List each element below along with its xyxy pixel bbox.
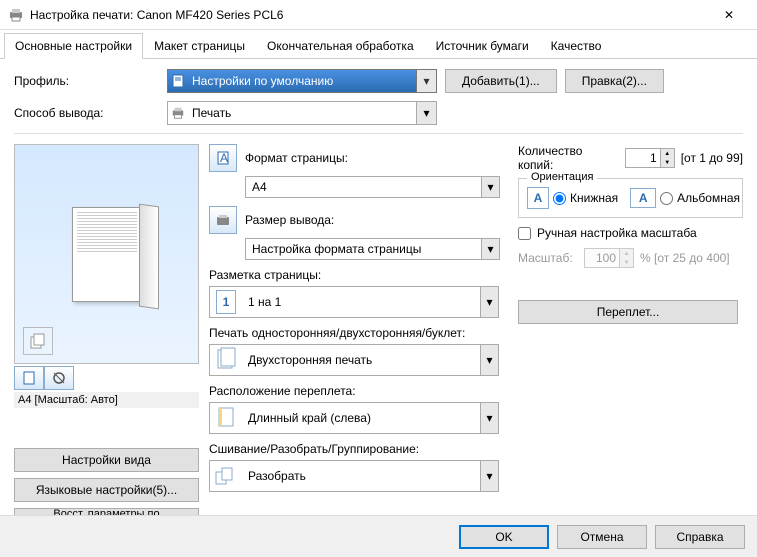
profile-label: Профиль:: [14, 74, 159, 88]
landscape-label: Альбомная: [677, 191, 740, 205]
dropdown-arrow-icon: ▾: [480, 403, 498, 433]
scale-input: [585, 249, 619, 267]
collate-icon: [210, 464, 242, 488]
landscape-icon: A: [630, 188, 656, 208]
dropdown-arrow-icon: ▾: [480, 287, 498, 317]
ok-button[interactable]: OK: [459, 525, 549, 549]
spinner-up-icon[interactable]: ▲: [661, 149, 674, 158]
title-bar: Настройка печати: Canon MF420 Series PCL…: [0, 0, 757, 30]
duplex-select[interactable]: Двухсторонняя печать ▾: [209, 344, 499, 376]
page-preview: [14, 144, 199, 364]
preview-caption: A4 [Масштаб: Авто]: [14, 392, 199, 408]
output-method-value: Печать: [188, 106, 416, 120]
tab-main[interactable]: Основные настройки: [4, 33, 143, 59]
help-button[interactable]: Справка: [655, 525, 745, 549]
tab-paper-source[interactable]: Источник бумаги: [425, 33, 540, 59]
scale-label: Масштаб:: [518, 251, 578, 265]
output-size-value: Настройка формата страницы: [246, 242, 481, 256]
dropdown-arrow-icon: ▾: [416, 102, 436, 124]
layout-label: Разметка страницы:: [209, 268, 506, 282]
dropdown-arrow-icon: ▾: [481, 177, 499, 197]
scale-suffix: % [от 25 до 400]: [640, 251, 730, 265]
profile-doc-icon: [168, 74, 188, 88]
dropdown-arrow-icon: ▾: [481, 239, 499, 259]
cancel-button[interactable]: Отмена: [557, 525, 647, 549]
window-title: Настройка печати: Canon MF420 Series PCL…: [30, 8, 709, 22]
add-profile-button[interactable]: Добавить(1)...: [445, 69, 557, 93]
dropdown-arrow-icon: ▾: [480, 345, 498, 375]
portrait-label: Книжная: [570, 191, 618, 205]
tab-finishing[interactable]: Окончательная обработка: [256, 33, 425, 59]
output-method-select[interactable]: Печать ▾: [167, 101, 437, 125]
copies-spinner[interactable]: ▲ ▼: [625, 148, 675, 168]
page-size-value: A4: [246, 180, 481, 194]
profile-select[interactable]: Настройки по умолчанию ▾: [167, 69, 437, 93]
portrait-radio[interactable]: [553, 192, 566, 205]
collate-label: Сшивание/Разобрать/Группирование:: [209, 442, 506, 456]
profile-value: Настройки по умолчанию: [188, 74, 416, 88]
svg-text:A: A: [220, 151, 228, 165]
duplex-value: Двухсторонняя печать: [242, 353, 480, 367]
duplex-icon: [210, 347, 242, 373]
tab-quality[interactable]: Качество: [540, 33, 613, 59]
layout-select[interactable]: 1 1 на 1 ▾: [209, 286, 499, 318]
portrait-icon: A: [527, 187, 549, 209]
layout-one-icon: 1: [210, 290, 242, 314]
copies-input[interactable]: [626, 149, 660, 167]
spinner-down-icon: ▼: [620, 258, 633, 267]
binding-value: Длинный край (слева): [242, 411, 480, 425]
printer-small-icon: [168, 106, 188, 120]
language-settings-button[interactable]: Языковые настройки(5)...: [14, 478, 199, 502]
tab-strip: Основные настройки Макет страницы Оконча…: [0, 32, 757, 59]
spinner-up-icon: ▲: [620, 249, 633, 258]
copies-label: Количество копий:: [518, 144, 619, 172]
manual-scale-checkbox[interactable]: [518, 227, 531, 240]
binding-button[interactable]: Переплет...: [518, 300, 738, 324]
dropdown-arrow-icon: ▾: [480, 461, 498, 491]
close-button[interactable]: ✕: [709, 1, 749, 29]
dialog-button-bar: OK Отмена Справка: [0, 515, 757, 557]
page-size-select[interactable]: A4 ▾: [245, 176, 500, 198]
preview-stack-icon: [23, 327, 53, 355]
output-size-label: Размер вывода:: [245, 213, 506, 227]
manual-scale-label: Ручная настройка масштаба: [537, 226, 697, 240]
duplex-label: Печать односторонняя/двухсторонняя/букле…: [209, 326, 506, 340]
preview-refresh-button[interactable]: [44, 366, 74, 390]
output-size-select[interactable]: Настройка формата страницы ▾: [245, 238, 500, 260]
layout-value: 1 на 1: [242, 295, 480, 309]
printer-icon: [8, 7, 24, 23]
output-size-icon: [209, 206, 237, 234]
separator: [14, 133, 743, 134]
preview-page-button[interactable]: [14, 366, 44, 390]
spinner-down-icon[interactable]: ▼: [661, 158, 674, 167]
copies-range: [от 1 до 99]: [681, 151, 743, 165]
tab-page-setup[interactable]: Макет страницы: [143, 33, 256, 59]
page-size-label: Формат страницы:: [245, 151, 506, 165]
landscape-radio[interactable]: [660, 192, 673, 205]
orientation-title: Ориентация: [527, 171, 597, 183]
output-method-label: Способ вывода:: [14, 106, 159, 120]
binding-left-icon: [210, 405, 242, 431]
page-size-icon: A: [209, 144, 237, 172]
scale-spinner: ▲ ▼: [584, 248, 634, 268]
view-settings-button[interactable]: Настройки вида: [14, 448, 199, 472]
binding-select[interactable]: Длинный край (слева) ▾: [209, 402, 499, 434]
preview-toolbar: [14, 366, 199, 390]
preview-page-icon: [72, 207, 142, 302]
orientation-group: Ориентация A Книжная A Альбомная: [518, 178, 743, 218]
edit-profile-button[interactable]: Правка(2)...: [565, 69, 664, 93]
binding-label: Расположение переплета:: [209, 384, 506, 398]
collate-value: Разобрать: [242, 469, 480, 483]
collate-select[interactable]: Разобрать ▾: [209, 460, 499, 492]
dropdown-arrow-icon: ▾: [416, 70, 436, 92]
